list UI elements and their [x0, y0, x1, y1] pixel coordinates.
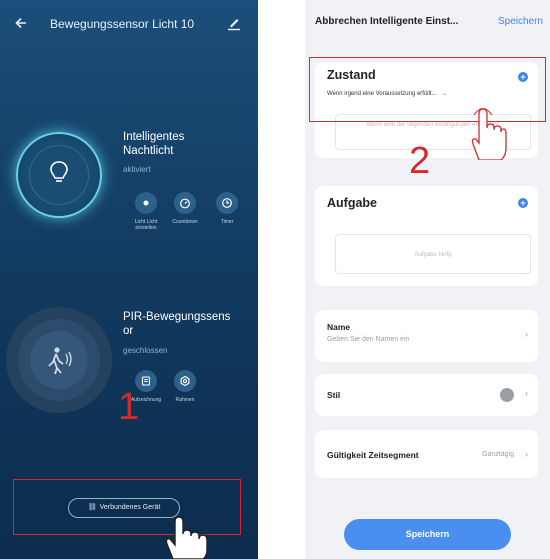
timer-button[interactable]: Timer	[207, 192, 247, 225]
night-light-title: Intelligentes Nachtlicht	[123, 131, 185, 157]
step-number-1: 1	[118, 386, 140, 428]
timer-icon	[222, 198, 232, 208]
task-card: Aufgabe + Aufgabe hinfg	[315, 186, 538, 286]
record-icon	[141, 376, 151, 386]
scene-settings-screen: Abbrechen Intelligente Einst... Speicher…	[305, 0, 550, 559]
step-number-2: 2	[409, 140, 431, 182]
header: Bewegungssensor Licht 10	[0, 12, 258, 36]
add-task-icon[interactable]: +	[518, 198, 528, 208]
device-screen: Bewegungssensor Licht 10 Intelligentes N…	[0, 0, 258, 559]
header: Abbrechen Intelligente Einst... Speicher…	[305, 0, 550, 38]
save-link[interactable]: Speichern	[498, 16, 543, 27]
page-title: Bewegungssensor Licht 10	[50, 17, 195, 31]
task-title: Aufgabe	[327, 196, 377, 210]
tap-hand-icon	[165, 516, 208, 559]
night-light-status: aktiviert	[123, 165, 151, 174]
countdown-icon	[180, 198, 190, 209]
night-light-device-button[interactable]	[16, 132, 102, 218]
name-row[interactable]: Name Geben Sie den Namen ein ›	[315, 310, 538, 362]
link-icon: ⛓	[87, 504, 97, 511]
frame-settings-button[interactable]: Rahmen	[165, 370, 205, 403]
pir-sensor-title: PIR-Bewegungssens or	[123, 311, 231, 337]
chevron-right-icon: ›	[525, 329, 528, 339]
light-adjust-button[interactable]: Licht Licht einstellen	[126, 192, 166, 231]
light-dot-icon	[143, 200, 149, 206]
chevron-right-icon: ›	[525, 388, 528, 398]
back-arrow-icon[interactable]	[14, 16, 28, 30]
chevron-right-icon: ›	[525, 449, 528, 459]
edit-icon[interactable]	[226, 15, 242, 31]
motion-person-icon	[48, 347, 72, 375]
task-placeholder[interactable]: Aufgabe hinfg	[335, 234, 531, 274]
save-button[interactable]: Speichern	[344, 519, 511, 550]
countdown-button[interactable]: Countdown	[165, 192, 205, 225]
cancel-title[interactable]: Abbrechen Intelligente Einst...	[315, 16, 458, 27]
validity-row[interactable]: Gültigkeit Zeitsegment Ganztägig ›	[315, 430, 538, 478]
pir-sensor-device-button[interactable]	[6, 307, 112, 413]
style-color-dot	[500, 388, 514, 402]
tap-hand-icon	[471, 108, 507, 160]
pir-sensor-status: geschlossen	[123, 346, 168, 355]
highlight-box	[309, 57, 546, 122]
style-row[interactable]: Stil ›	[315, 374, 538, 416]
bulb-icon	[50, 161, 68, 182]
settings-icon	[180, 375, 190, 387]
